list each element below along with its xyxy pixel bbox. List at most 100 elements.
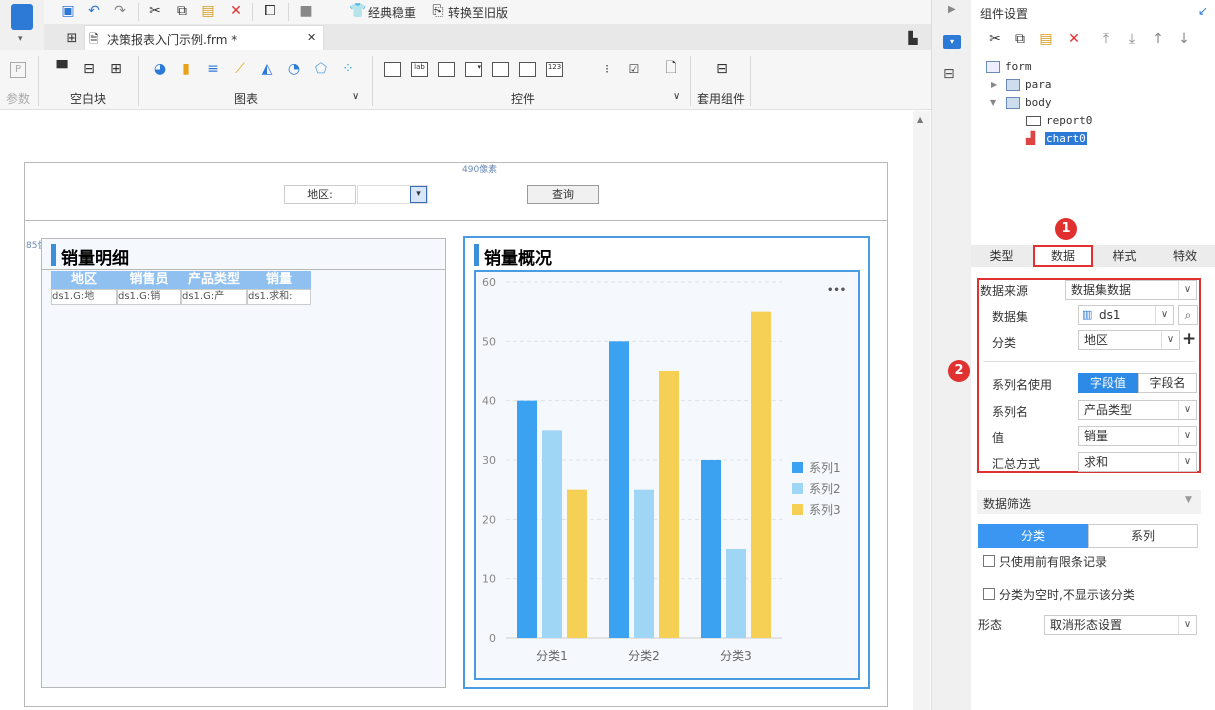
shirt-icon[interactable]: 👕 [348,1,368,21]
blank-block-icon-3[interactable]: ⊞ [107,60,125,78]
chevron-down-icon: ∨ [1155,306,1173,324]
layout-icon[interactable]: ⊟ [943,66,955,82]
hide-empty-checkbox[interactable] [983,588,995,600]
tree-node-form[interactable]: form [1005,60,1032,73]
scatter-chart-icon[interactable]: ⁘ [339,60,357,78]
label-widget-icon[interactable] [384,62,401,77]
line-chart-icon[interactable]: ⟋ [231,60,249,78]
blank-block-label: 空白块 [70,92,107,106]
tree-node-report0[interactable]: report0 [1046,114,1092,127]
radio-group-widget-icon[interactable]: ⁝ [598,60,616,78]
bar-chart-icon[interactable]: ≡ [204,60,222,78]
report-data-cell-1[interactable]: ds1.G:销 [117,289,181,305]
tab-data[interactable]: 数据 [1033,245,1093,267]
report-header-cell-3[interactable]: 销量 [247,271,311,289]
app-logo-icon [11,4,33,30]
radar-chart-icon[interactable]: ⬠ [312,60,330,78]
panel-copy-icon[interactable]: ⧉ [1011,30,1029,48]
report-header-cell-2[interactable]: 产品类型 [181,271,247,289]
value-select[interactable]: 销量 ∨ [1078,426,1197,446]
component-settings-tab-icon[interactable]: ▾ [943,35,961,49]
move-top-icon[interactable]: ⤒ [1097,30,1115,48]
region-combo[interactable]: ▾ [357,185,428,204]
classic-style-button[interactable]: 经典稳重 [368,4,416,21]
delete-icon[interactable]: ✕ [226,1,246,21]
undo-icon[interactable]: ↶ [84,1,104,21]
copy-icon[interactable]: ⧉ [172,1,192,21]
collapse-arrow-icon[interactable]: ▶ [948,4,956,15]
report-data-cell-3[interactable]: ds1.求和: [247,289,311,305]
bar [634,489,654,638]
grid-icon[interactable]: ⊞ [62,28,82,48]
blank-block-icon-2[interactable]: ⊟ [80,60,98,78]
dropdown-widget-icon[interactable]: ▾ [465,62,482,77]
tree-node-para[interactable]: para [1025,78,1052,91]
scroll-up-icon[interactable]: ▲ [917,115,923,124]
report-header-cell-0[interactable]: 地区 [51,271,117,289]
report-data-cell-2[interactable]: ds1.G:产 [181,289,247,305]
filter-collapse-icon[interactable]: ▼ [1185,495,1192,505]
textbox-widget-icon[interactable] [438,62,455,77]
category-select[interactable]: 地区 ∨ [1078,330,1180,350]
search-widget-icon[interactable]: 🗋 [662,60,680,78]
preview-icon[interactable]: ⧠ [260,1,280,21]
shape-select[interactable]: 取消形态设置 ∨ [1044,615,1197,635]
tab-type[interactable]: 类型 [971,245,1032,267]
add-category-icon[interactable]: + [1182,329,1196,349]
panel-cut-icon[interactable]: ✂ [986,30,1004,48]
close-tab-icon[interactable]: ✕ [307,31,316,44]
number-widget-icon[interactable]: 123 [546,62,563,77]
move-down-icon[interactable]: ↓ [1175,30,1193,48]
chart-group-more-icon[interactable]: ∨ [352,91,359,102]
series-name-select[interactable]: 产品类型 ∨ [1078,400,1197,420]
dataset-select[interactable]: ▥ ds1 ∨ [1078,305,1174,325]
tree-node-chart0[interactable]: chart0 [1045,132,1087,145]
template-component-icon[interactable]: ⊟ [713,60,731,78]
region-combo-button-icon[interactable]: ▾ [410,186,427,203]
param-p-icon[interactable]: P [10,62,26,78]
expand-panel-icon[interactable]: ↙ [1198,4,1208,18]
query-button[interactable]: 查询 [527,185,599,204]
tree-widget-icon[interactable] [492,62,509,77]
filter-tab-series[interactable]: 系列 [1088,524,1198,548]
panel-delete-icon[interactable]: ✕ [1065,30,1083,48]
pie-chart-icon[interactable]: ◕ [151,60,169,78]
date-widget-icon[interactable] [519,62,536,77]
limit-records-checkbox[interactable] [983,555,995,567]
report-block[interactable] [41,238,446,688]
app-menu-button[interactable]: ▾ [0,0,44,50]
value-value: 销量 [1084,429,1109,443]
report-header-cell-1[interactable]: 销售员 [117,271,181,289]
tab-style[interactable]: 样式 [1094,245,1155,267]
data-source-select[interactable]: 数据集数据 ∨ [1065,280,1197,300]
tree-node-body[interactable]: body [1025,96,1052,109]
text-label-widget-icon[interactable]: lab [411,62,428,77]
vertical-scrollbar[interactable]: ▲ [913,111,930,710]
search-icon[interactable]: ⌕ [1178,305,1198,325]
save-icon[interactable]: ▣ [58,1,78,21]
convert-icon[interactable]: ⎘ [428,1,448,21]
report-data-cell-0[interactable]: ds1.G:地 [51,289,117,305]
widget-group-more-icon[interactable]: ∨ [673,91,680,102]
panel-paste-icon[interactable]: ▤ [1037,30,1055,48]
move-up-icon[interactable]: ↑ [1149,30,1167,48]
paste-icon[interactable]: ▤ [198,1,218,21]
agg-select[interactable]: 求和 ∨ [1078,452,1197,472]
filter-tab-category[interactable]: 分类 [978,524,1088,548]
field-name-button[interactable]: 字段名 [1138,373,1197,393]
tab-menu-icon[interactable]: ▙ [903,28,923,48]
checkbox-group-widget-icon[interactable]: ☑ [625,60,643,78]
column-chart-icon[interactable]: ▮ [177,60,195,78]
para-expand-icon[interactable]: ▶ [991,80,997,89]
area-chart-icon[interactable]: ◭ [258,60,276,78]
field-value-button[interactable]: 字段值 [1078,373,1138,393]
move-bottom-icon[interactable]: ⤓ [1123,30,1141,48]
convert-old-button[interactable]: 转换至旧版 [448,4,508,21]
gauge-chart-icon[interactable]: ◔ [285,60,303,78]
cut-icon[interactable]: ✂ [145,1,165,21]
tab-effects[interactable]: 特效 [1155,245,1215,267]
blank-block-icon-1[interactable]: ▀ [53,60,71,78]
redo-icon[interactable]: ↷ [110,1,130,21]
doc-tab[interactable]: 🗎 决策报表入门示例.frm * ✕ [84,25,324,50]
body-expand-icon[interactable]: ▼ [990,98,996,107]
